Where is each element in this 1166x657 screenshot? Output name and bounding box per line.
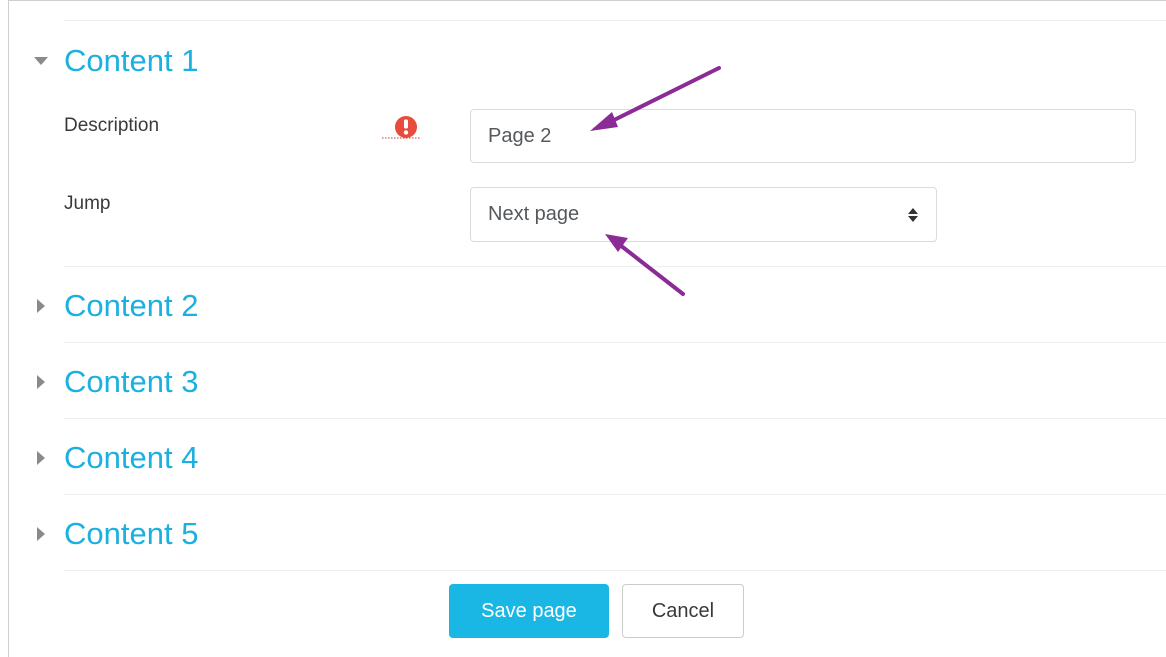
description-input[interactable] bbox=[470, 109, 1136, 163]
section-header-content-3[interactable]: Content 3 bbox=[32, 362, 198, 402]
caret-right-icon bbox=[32, 449, 50, 467]
section-divider bbox=[64, 342, 1166, 343]
sort-updown-icon bbox=[907, 207, 919, 223]
cancel-button[interactable]: Cancel bbox=[622, 584, 744, 638]
caret-right-icon bbox=[32, 525, 50, 543]
section-divider bbox=[64, 494, 1166, 495]
section-title: Content 4 bbox=[64, 440, 199, 475]
section-header-content-2[interactable]: Content 2 bbox=[32, 286, 198, 326]
form-panel bbox=[8, 0, 1166, 657]
section-divider bbox=[64, 418, 1166, 419]
section-header-content-1[interactable]: Content 1 bbox=[32, 41, 198, 81]
caret-right-icon bbox=[32, 373, 50, 391]
jump-label: Jump bbox=[64, 193, 111, 214]
jump-selected-value: Next page bbox=[488, 203, 580, 225]
section-header-content-4[interactable]: Content 4 bbox=[32, 438, 198, 478]
exclamation-circle-icon[interactable] bbox=[380, 114, 422, 142]
caret-right-icon bbox=[32, 297, 50, 315]
jump-select[interactable]: Next page bbox=[470, 187, 937, 242]
section-divider bbox=[64, 266, 1166, 267]
section-title: Content 2 bbox=[64, 288, 199, 323]
top-divider bbox=[64, 20, 1166, 21]
description-label: Description bbox=[64, 115, 160, 136]
section-divider bbox=[64, 570, 1166, 571]
section-title: Content 3 bbox=[64, 364, 199, 399]
section-title: Content 5 bbox=[64, 516, 199, 551]
section-title: Content 1 bbox=[64, 43, 199, 78]
section-header-content-5[interactable]: Content 5 bbox=[32, 514, 198, 554]
save-page-button[interactable]: Save page bbox=[449, 584, 609, 638]
caret-down-icon bbox=[32, 52, 50, 70]
